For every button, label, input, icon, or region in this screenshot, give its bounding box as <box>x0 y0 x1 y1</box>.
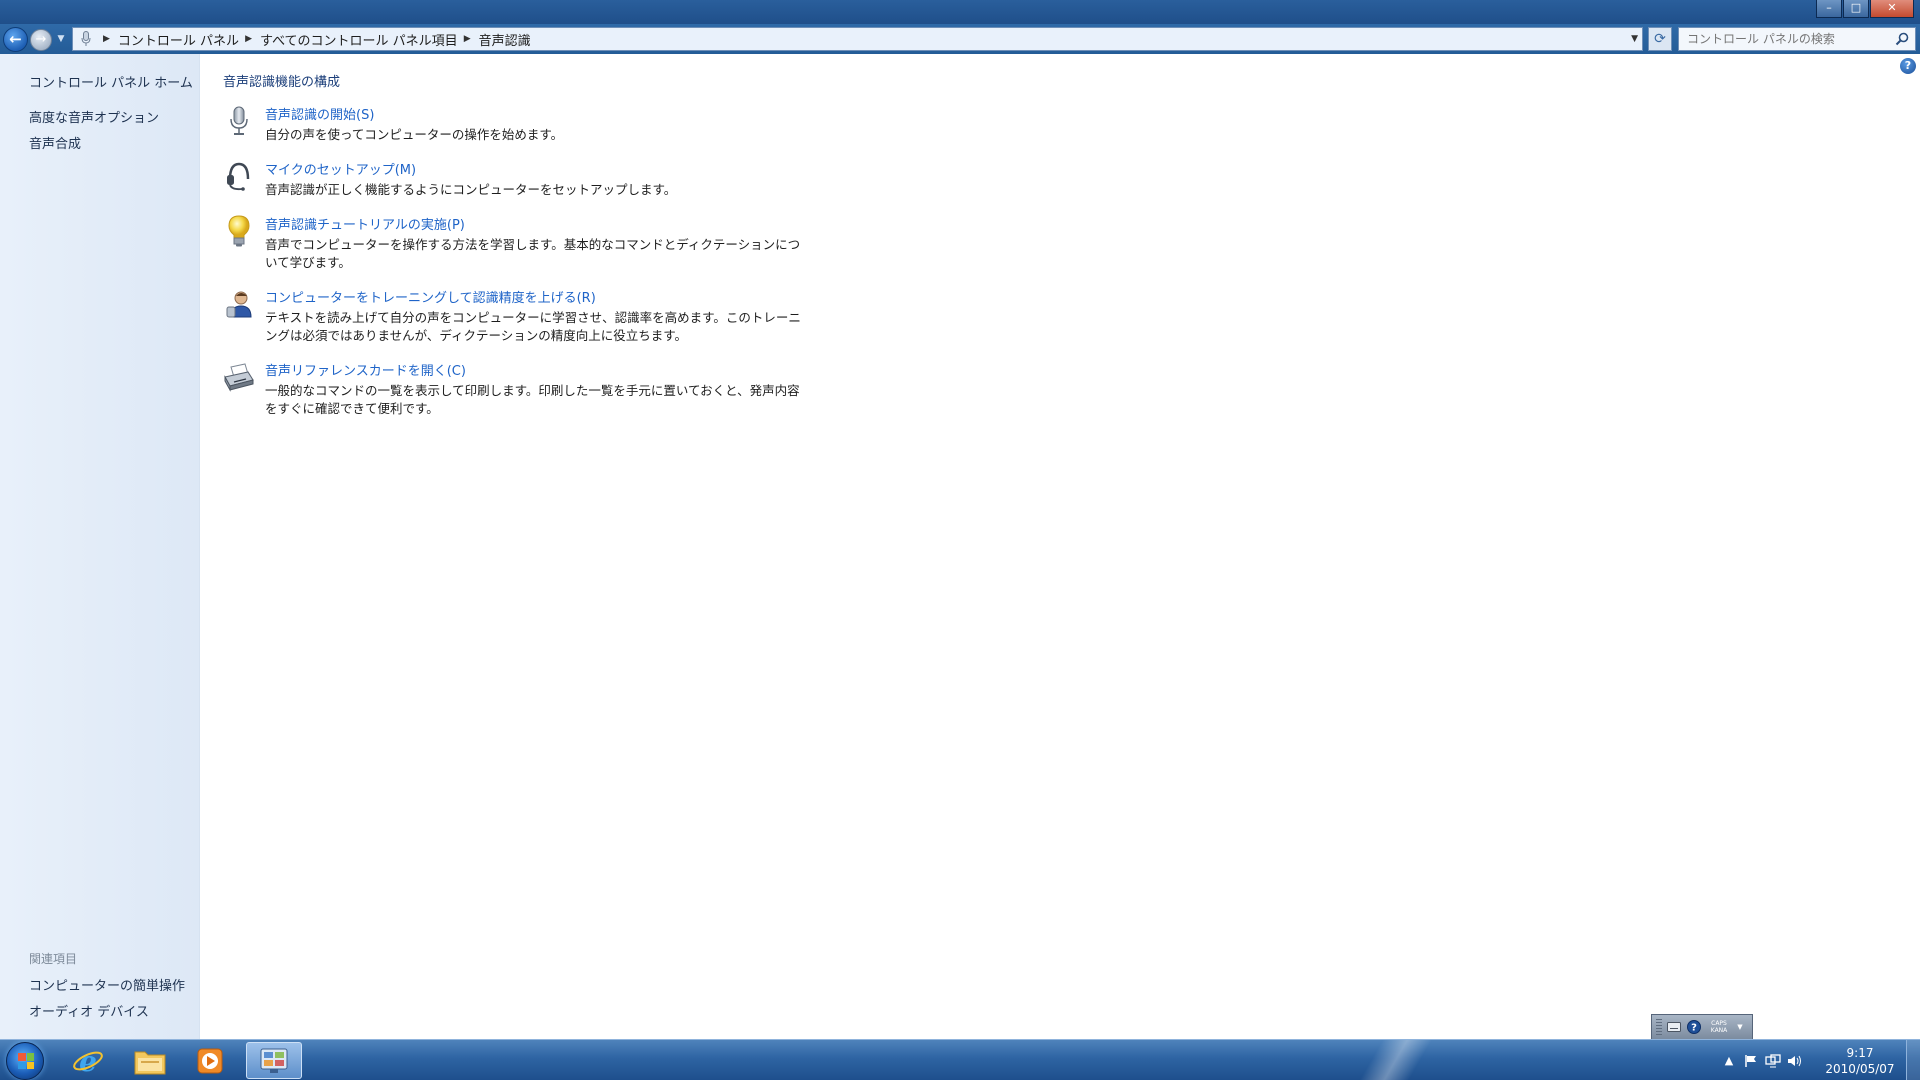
svg-text:e: e <box>79 1045 97 1078</box>
back-arrow-icon: ← <box>9 30 22 48</box>
left-pane: コントロール パネル ホーム 高度な音声オプション 音声合成 関連項目 コンピュ… <box>0 54 200 1039</box>
internet-explorer-icon: e <box>73 1045 103 1078</box>
chevron-up-icon[interactable]: ▲ <box>1718 1050 1740 1072</box>
help-button[interactable]: ? <box>1900 58 1916 74</box>
forward-arrow-icon: → <box>35 32 47 47</box>
taskbar: e ▲ 9:17 2010/05/07 <box>0 1039 1920 1080</box>
svg-text:?: ? <box>1691 1023 1697 1034</box>
address-bar[interactable]: ▶ コントロール パネル ▶ すべてのコントロール パネル項目 ▶ 音声認識 ▼ <box>72 27 1643 51</box>
microphone-icon <box>222 104 256 138</box>
system-clock[interactable]: 9:17 2010/05/07 <box>1816 1045 1904 1077</box>
kana-label: KANA <box>1710 1027 1728 1034</box>
breadcrumb-speech-recognition[interactable]: 音声認識 <box>479 30 531 49</box>
show-desktop-button[interactable] <box>1906 1040 1920 1080</box>
sidebar-link-advanced-speech-options[interactable]: 高度な音声オプション <box>29 107 159 126</box>
search-icon[interactable] <box>1895 32 1909 50</box>
chevron-right-icon[interactable]: ▶ <box>464 34 471 44</box>
media-player-icon <box>197 1048 223 1073</box>
window-controls: – □ ✕ <box>1815 0 1914 18</box>
sidebar-link-audio-devices[interactable]: オーディオ デバイス <box>29 1001 149 1020</box>
taskbar-glow <box>1290 1040 1490 1080</box>
task-description: 音声でコンピューターを操作する方法を学習します。基本的なコマンドとディクテーショ… <box>265 237 801 270</box>
windows-logo-icon <box>18 1053 34 1069</box>
task-link-setup-microphone[interactable]: マイクのセットアップ(M) <box>265 159 416 178</box>
caps-kana-indicator: CAPS KANA <box>1706 1020 1732 1034</box>
grip-icon[interactable] <box>1656 1019 1662 1035</box>
ime-help-icon[interactable]: ? <box>1686 1020 1702 1034</box>
chevron-right-icon[interactable]: ▶ <box>103 34 110 44</box>
chevron-down-icon[interactable]: ▼ <box>1631 34 1638 44</box>
sidebar-link-text-to-speech[interactable]: 音声合成 <box>29 133 81 152</box>
keyboard-icon[interactable] <box>1666 1020 1682 1034</box>
search-box[interactable] <box>1678 27 1916 51</box>
headset-icon <box>222 159 256 193</box>
navigation-bar: ← → ▼ ▶ コントロール パネル ▶ すべてのコントロール パネル項目 ▶ … <box>0 24 1920 54</box>
microphone-small-icon <box>75 29 97 49</box>
window-title-bar: – □ ✕ <box>0 0 1920 24</box>
volume-icon[interactable] <box>1784 1050 1806 1072</box>
taskbar-app-explorer[interactable] <box>122 1042 178 1079</box>
help-icon: ? <box>1904 59 1912 72</box>
clock-time: 9:17 <box>1846 1046 1874 1060</box>
breadcrumb-control-panel[interactable]: コントロール パネル <box>118 30 239 49</box>
back-button[interactable]: ← <box>3 27 28 52</box>
chevron-right-icon[interactable]: ▶ <box>245 34 252 44</box>
refresh-icon: ⟳ <box>1654 31 1666 47</box>
task-link-reference-card[interactable]: 音声リファレンスカードを開く(C) <box>265 360 466 379</box>
task-start-speech-recognition: 音声認識の開始(S) 自分の声を使ってコンピューターの操作を始めます。 <box>222 104 842 144</box>
sidebar-link-ease-of-access[interactable]: コンピューターの簡単操作 <box>29 975 185 994</box>
lightbulb-icon <box>222 214 256 248</box>
task-description: 自分の声を使ってコンピューターの操作を始めます。 <box>265 127 564 142</box>
maximize-button[interactable]: □ <box>1843 0 1869 18</box>
close-button[interactable]: ✕ <box>1870 0 1914 18</box>
search-input[interactable] <box>1687 32 1887 46</box>
network-icon[interactable] <box>1762 1050 1784 1072</box>
taskbar-app-media-player[interactable] <box>182 1042 238 1079</box>
task-speech-tutorial: 音声認識チュートリアルの実施(P) 音声でコンピューターを操作する方法を学習しま… <box>222 214 842 272</box>
task-link-train-computer[interactable]: コンピューターをトレーニングして認識精度を上げる(R) <box>265 287 596 306</box>
task-description: テキストを読み上げて自分の声をコンピューターに学習させ、認識率を高めます。このト… <box>265 310 801 343</box>
main-content: ? 音声認識機能の構成 音声認識の開始(S) 自分の声を使ってコンピューターの操… <box>200 54 1920 1039</box>
caps-label: CAPS <box>1711 1020 1727 1027</box>
task-train-computer: コンピューターをトレーニングして認識精度を上げる(R) テキストを読み上げて自分… <box>222 287 842 345</box>
sidebar-related-heading: 関連項目 <box>29 952 78 966</box>
recent-pages-button[interactable]: ▼ <box>55 33 67 45</box>
folder-icon <box>134 1051 166 1074</box>
refresh-button[interactable]: ⟳ <box>1648 27 1672 51</box>
language-bar[interactable]: ? CAPS KANA ▼ <box>1651 1014 1753 1039</box>
user-training-icon <box>222 287 256 321</box>
task-link-speech-tutorial[interactable]: 音声認識チュートリアルの実施(P) <box>265 214 465 233</box>
clock-date: 2010/05/07 <box>1825 1062 1895 1076</box>
task-link-start-speech-recognition[interactable]: 音声認識の開始(S) <box>265 104 374 123</box>
chevron-down-icon[interactable]: ▼ <box>1736 1020 1744 1034</box>
forward-button[interactable]: → <box>30 29 52 51</box>
task-description: 一般的なコマンドの一覧を表示して印刷します。印刷した一覧を手元に置いておくと、発… <box>265 383 800 416</box>
action-center-flag-icon[interactable] <box>1740 1050 1762 1072</box>
start-button[interactable] <box>6 1042 44 1080</box>
sidebar-link-control-panel-home[interactable]: コントロール パネル ホーム <box>29 72 193 91</box>
task-description: 音声認識が正しく機能するようにコンピューターをセットアップします。 <box>265 182 677 197</box>
taskbar-app-control-panel[interactable] <box>246 1042 302 1079</box>
section-title: 音声認識機能の構成 <box>223 75 341 90</box>
chevron-down-icon: ▼ <box>57 34 65 44</box>
task-setup-microphone: マイクのセットアップ(M) 音声認識が正しく機能するようにコンピューターをセット… <box>222 159 842 199</box>
minimize-button[interactable]: – <box>1816 0 1842 18</box>
control-panel-icon <box>260 1048 288 1073</box>
breadcrumb-all-items[interactable]: すべてのコントロール パネル項目 <box>260 30 458 49</box>
notification-area: ▲ <box>1718 1040 1806 1080</box>
task-reference-card: 音声リファレンスカードを開く(C) 一般的なコマンドの一覧を表示して印刷します。… <box>222 360 842 418</box>
printer-icon <box>222 360 256 394</box>
taskbar-app-internet-explorer[interactable]: e <box>60 1042 116 1079</box>
